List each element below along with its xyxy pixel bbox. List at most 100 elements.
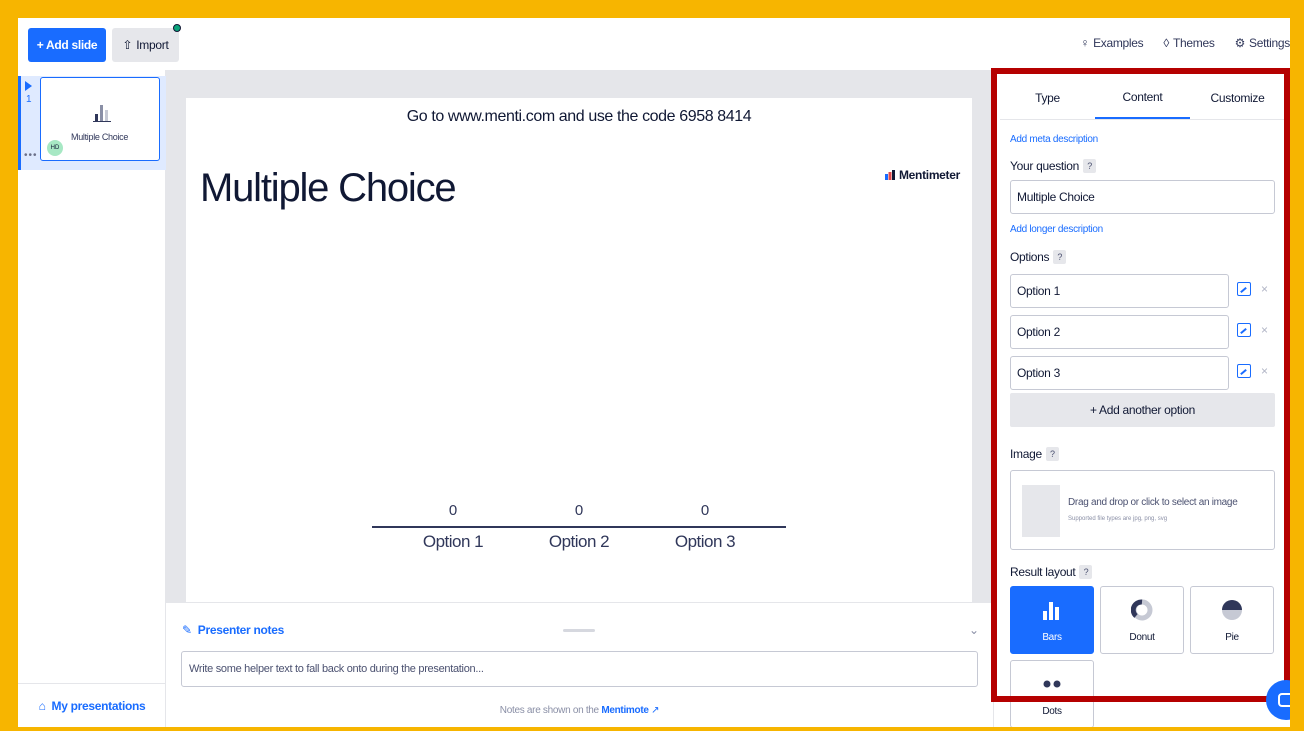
option-input[interactable]: Option 1 [1010, 274, 1229, 308]
slides-sidebar: 1 ••• Multiple Choice HD ⌂ My presentati… [18, 70, 166, 727]
close-icon[interactable]: × [1261, 364, 1268, 378]
chevron-down-icon[interactable]: ⌄ [969, 623, 979, 637]
image-icon[interactable] [1237, 364, 1251, 378]
top-links: ♀ Examples ◊ Themes ⚙ Settings [1080, 36, 1290, 50]
image-label-text: Image [1010, 447, 1042, 461]
my-presentations-label: My presentations [51, 698, 146, 713]
image-icon[interactable] [1237, 282, 1251, 296]
option-input[interactable]: Option 2 [1010, 315, 1229, 349]
themes-link[interactable]: ◊ Themes [1163, 36, 1215, 50]
dots-icon [1043, 680, 1061, 688]
notification-dot [173, 24, 181, 32]
lightbulb-icon: ♀ [1080, 36, 1090, 50]
add-slide-button[interactable]: + Add slide [28, 28, 106, 62]
layout-donut[interactable]: Donut [1100, 586, 1184, 654]
external-link-icon: ↗ [651, 705, 660, 716]
image-icon[interactable] [1237, 323, 1251, 337]
pencil-icon: ✎ [182, 623, 192, 637]
mentimote-link[interactable]: Mentimote [601, 705, 649, 716]
chart-baseline [372, 526, 786, 528]
option-row: Option 3 × [1010, 356, 1275, 390]
slide-list-item[interactable]: 1 ••• Multiple Choice HD [18, 76, 166, 170]
layout-bars-label: Bars [1042, 632, 1062, 643]
app-window: + Add slide ⇧ Import ♀ Examples ◊ Themes… [18, 18, 1290, 727]
chart-category-label: Option 1 [422, 532, 484, 551]
slide-thumbnail-title: Multiple Choice [71, 132, 129, 142]
presenter-notes: ✎ Presenter notes ⌄ Write some helper te… [166, 602, 993, 727]
pie-icon [1222, 600, 1242, 620]
upload-icon: ⇧ [122, 38, 133, 52]
my-presentations-link[interactable]: ⌂ My presentations [18, 683, 166, 727]
layout-pie-label: Pie [1225, 632, 1239, 643]
avatar: HD [47, 140, 63, 156]
bar-chart-icon [93, 105, 111, 122]
chart-bar-value: 0 [448, 502, 458, 519]
close-icon[interactable]: × [1261, 282, 1268, 296]
examples-link[interactable]: ♀ Examples [1080, 36, 1143, 50]
donut-icon [1131, 599, 1153, 621]
tab-type[interactable]: Type [1000, 76, 1095, 119]
play-icon[interactable] [25, 81, 32, 91]
chart-bar-value: 0 [574, 502, 584, 519]
import-button[interactable]: ⇧ Import [112, 28, 179, 62]
layout-donut-label: Donut [1129, 632, 1155, 643]
examples-label: Examples [1093, 36, 1144, 50]
top-toolbar: + Add slide ⇧ Import ♀ Examples ◊ Themes… [18, 18, 1290, 70]
drop-icon: ◊ [1163, 36, 1169, 50]
panel-tabs: Type Content Customize [1000, 76, 1285, 120]
content-form: Add meta description Your question ? Mul… [1010, 132, 1275, 727]
themes-label: Themes [1173, 36, 1215, 50]
settings-link[interactable]: ⚙ Settings [1235, 36, 1290, 50]
help-icon[interactable]: ? [1083, 159, 1097, 173]
image-placeholder [1022, 485, 1060, 537]
chat-icon [1278, 693, 1290, 707]
edit-panel: Type Content Customize Add meta descript… [993, 70, 1290, 727]
chart-bar-value: 0 [700, 502, 710, 519]
options-label-text: Options [1010, 250, 1050, 264]
gear-icon: ⚙ [1234, 36, 1246, 50]
slide-menu-icon[interactable]: ••• [24, 150, 38, 161]
slide-number: 1 [26, 94, 32, 105]
home-icon: ⌂ [38, 698, 46, 713]
slide-thumbnail[interactable]: Multiple Choice HD [40, 77, 160, 161]
layout-dots[interactable]: Dots [1010, 660, 1094, 727]
import-label: Import [136, 38, 169, 52]
layout-dots-label: Dots [1042, 706, 1062, 717]
resize-handle[interactable] [563, 629, 595, 632]
image-dropzone-text: Drag and drop or click to select an imag… [1068, 497, 1238, 508]
chart-category-label: Option 3 [674, 532, 736, 551]
notes-footer: Notes are shown on the Mentimote ↗ [166, 705, 993, 716]
tab-content[interactable]: Content [1095, 76, 1190, 119]
help-icon[interactable]: ? [1045, 447, 1059, 461]
help-icon[interactable]: ? [1079, 565, 1093, 579]
add-option-button[interactable]: + Add another option [1010, 393, 1275, 427]
question-input[interactable]: Multiple Choice [1010, 180, 1275, 214]
option-row: Option 1 × [1010, 274, 1275, 308]
tab-customize[interactable]: Customize [1190, 76, 1285, 119]
settings-label: Settings [1249, 36, 1290, 50]
image-label: Image ? [1010, 447, 1275, 461]
options-list: Option 1 × Option 2 × Option 3 × [1010, 274, 1275, 390]
add-meta-description-link[interactable]: Add meta description [1010, 134, 1275, 145]
help-icon[interactable]: ? [1053, 250, 1067, 264]
layout-pie[interactable]: Pie [1190, 586, 1274, 654]
image-dropzone[interactable]: Drag and drop or click to select an imag… [1010, 470, 1275, 550]
results-chart: 0 Option 1 0 Option 2 0 Option 3 [186, 98, 972, 602]
result-layout-label: Result layout ? [1010, 565, 1275, 579]
presenter-notes-toggle[interactable]: ✎ Presenter notes [182, 623, 284, 637]
active-slide-marker [18, 76, 21, 170]
layout-bars[interactable]: Bars [1010, 586, 1094, 654]
slide-preview[interactable]: Go to www.menti.com and use the code 695… [186, 98, 972, 602]
result-layout-label-text: Result layout [1010, 565, 1076, 579]
presenter-notes-input[interactable]: Write some helper text to fall back onto… [181, 651, 978, 687]
slide-canvas-area: Go to www.menti.com and use the code 695… [166, 70, 993, 602]
options-label: Options ? [1010, 250, 1275, 264]
close-icon[interactable]: × [1261, 323, 1268, 337]
option-input[interactable]: Option 3 [1010, 356, 1229, 390]
option-row: Option 2 × [1010, 315, 1275, 349]
notes-footer-text: Notes are shown on the [499, 705, 599, 716]
image-file-types: Supported file types are jpg, png, svg [1068, 516, 1168, 522]
chart-category-label: Option 2 [548, 532, 610, 551]
layout-options: Bars Donut Pie Dots [1010, 586, 1280, 727]
add-longer-description-link[interactable]: Add longer description [1010, 224, 1275, 235]
